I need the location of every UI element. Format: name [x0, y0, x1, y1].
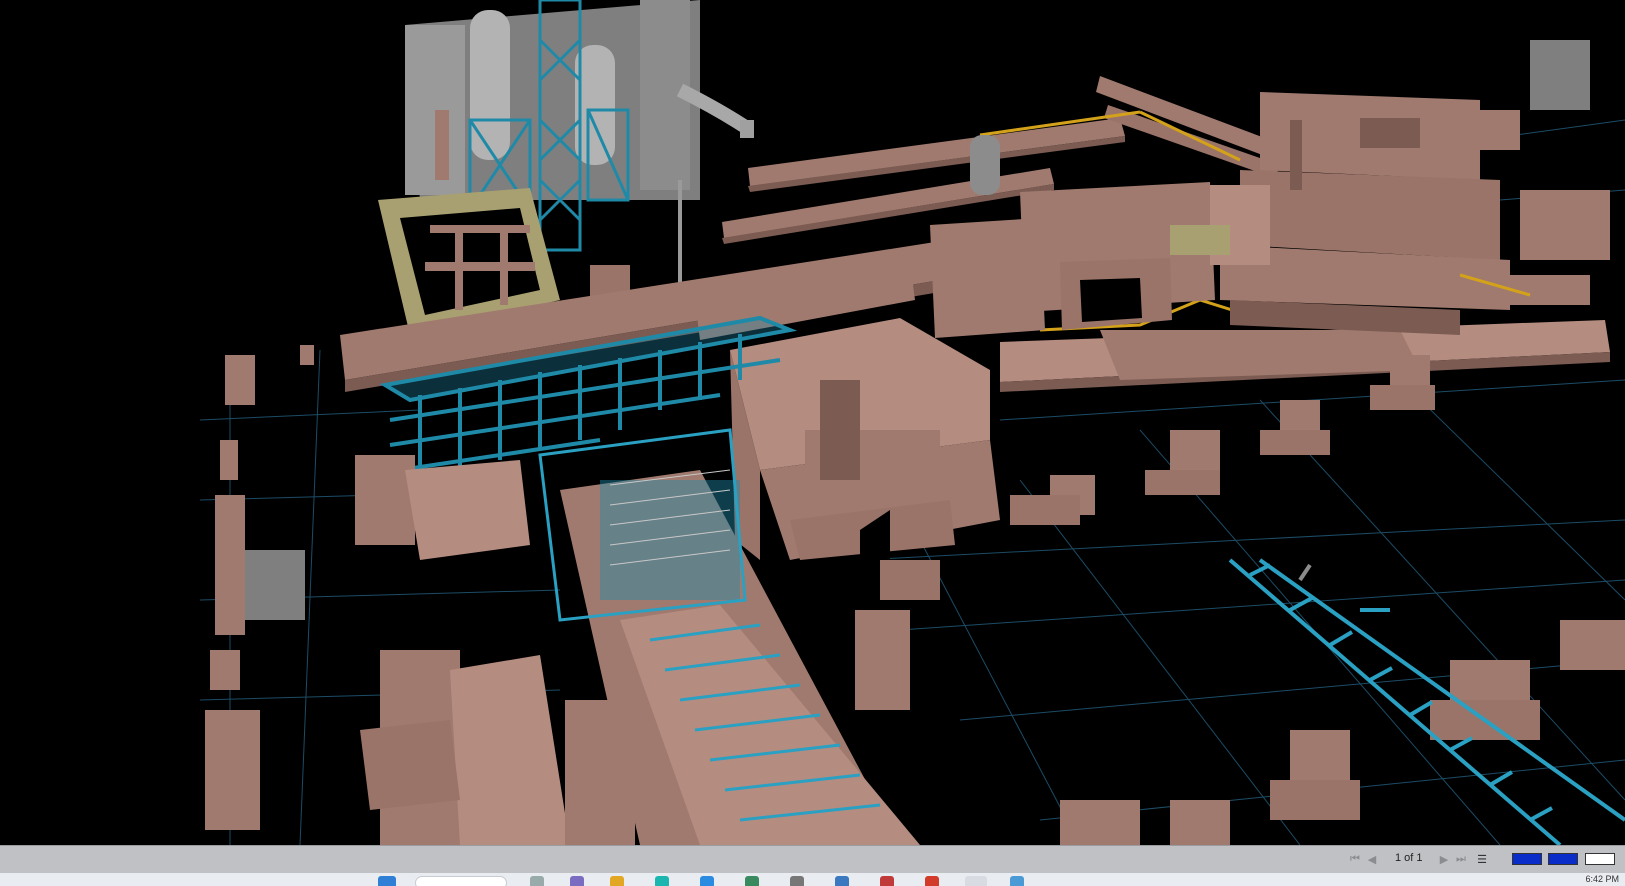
- taskbar-app-icon[interactable]: [965, 876, 987, 886]
- taskbar-app-icon[interactable]: [745, 876, 759, 886]
- 3d-model-viewport[interactable]: [0, 0, 1625, 845]
- prev-page-icon[interactable]: ◀: [1365, 852, 1379, 866]
- taskbar-app-icon[interactable]: [610, 876, 624, 886]
- page-indicator: 1 of 1: [1395, 852, 1423, 864]
- layer-tool-icon[interactable]: [1548, 853, 1578, 865]
- measure-tool-icon[interactable]: [1512, 853, 1542, 865]
- plant-3d-model[interactable]: [0, 0, 1625, 845]
- search-box[interactable]: [415, 876, 507, 886]
- section-tool-icon[interactable]: [1585, 853, 1615, 865]
- next-page-icon[interactable]: ▶: [1437, 852, 1451, 866]
- taskbar-app-icon[interactable]: [925, 876, 939, 886]
- taskbar-app-icon[interactable]: [530, 876, 544, 886]
- start-icon[interactable]: [378, 876, 396, 886]
- taskbar-app-icon[interactable]: [835, 876, 849, 886]
- taskbar-app-icon[interactable]: [655, 876, 669, 886]
- taskbar-app-icon[interactable]: [700, 876, 714, 886]
- taskbar-app-icon[interactable]: [1010, 876, 1024, 886]
- first-page-icon[interactable]: ⏮: [1348, 852, 1362, 866]
- list-view-icon[interactable]: ☰: [1475, 852, 1489, 866]
- system-clock: 6:42 PM: [1585, 874, 1619, 884]
- taskbar-app-icon[interactable]: [880, 876, 894, 886]
- central-building: [730, 318, 1000, 565]
- last-page-icon[interactable]: ⏭: [1454, 852, 1468, 866]
- os-taskbar: 6:42 PM: [0, 873, 1625, 886]
- taskbar-app-icon[interactable]: [790, 876, 804, 886]
- viewer-status-bar: ⏮ ◀ 1 of 1 ▶ ⏭ ☰: [0, 845, 1625, 873]
- taskbar-app-icon[interactable]: [570, 876, 584, 886]
